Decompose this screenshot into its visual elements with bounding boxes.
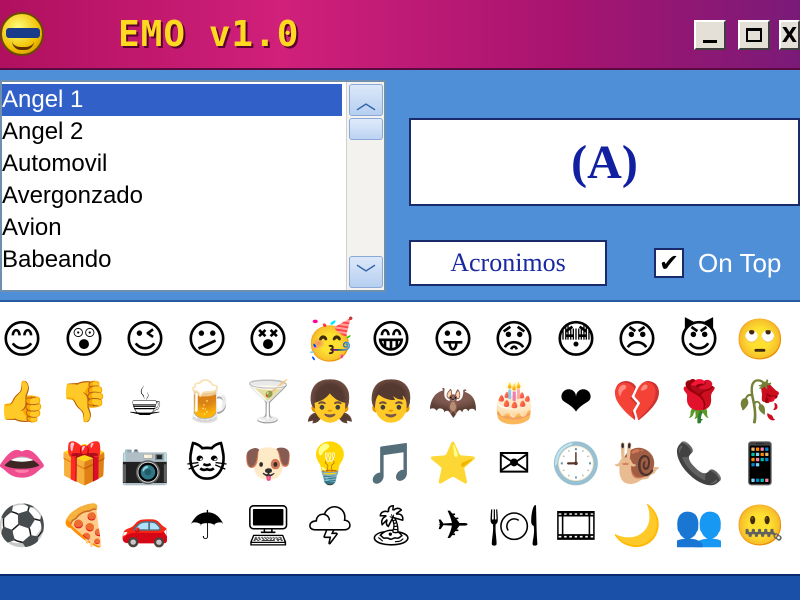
list-item[interactable]: Angel 1 (2, 84, 342, 116)
maximize-button[interactable] (738, 20, 770, 50)
eye-roll-icon[interactable]: 🙄 (735, 316, 785, 364)
wilted-rose-icon[interactable]: 🥀 (735, 378, 785, 426)
listbox-items: Angel 1 Angel 2 Automovil Avergonzado Avion B… (2, 84, 342, 276)
rose-icon[interactable]: 🌹 (674, 378, 724, 426)
chevron-up-icon: ︿ (356, 89, 376, 114)
confused-icon[interactable]: 😕 (183, 316, 231, 364)
scroll-down-button[interactable]: ﹀ (349, 256, 383, 288)
checkmark-icon: ✔ (658, 249, 680, 277)
island-icon[interactable]: 🏝 (366, 502, 417, 550)
girl-icon[interactable]: 👧 (305, 378, 355, 426)
scroll-up-button[interactable]: ︿ (349, 84, 383, 116)
beer-icon[interactable]: 🍺 (182, 378, 232, 426)
close-icon: X (781, 23, 798, 47)
list-item[interactable]: Automovil (2, 148, 342, 180)
window-title: EMO v1.0 (118, 14, 300, 55)
boy-icon[interactable]: 👦 (366, 378, 416, 426)
heart-icon[interactable]: ❤ (552, 378, 600, 426)
star-icon[interactable]: ⭐ (428, 440, 478, 488)
car-icon[interactable]: 🚗 (120, 502, 170, 550)
thumbs-down-icon[interactable]: 👎 (59, 378, 109, 426)
gift-icon[interactable]: 🎁 (59, 440, 109, 488)
mobile-phone-icon[interactable]: 📱 (735, 440, 785, 488)
minimize-icon (703, 39, 717, 43)
wink-icon[interactable]: 😉 (121, 316, 169, 364)
envelope-icon[interactable]: ✉ (490, 440, 538, 488)
cake-icon[interactable]: 🎂 (489, 378, 539, 426)
devil-icon[interactable]: 😈 (675, 316, 723, 364)
list-item[interactable]: Angel 2 (2, 116, 342, 148)
list-item[interactable]: Babeando (2, 244, 342, 276)
list-item[interactable]: Avion (2, 212, 342, 244)
plate-icon[interactable]: 🍽 (489, 502, 540, 550)
app-smiley-icon[interactable] (0, 12, 44, 56)
emoticon-grid: 😊 😲 😉 😕 😵 🥳 😁 😛 😟 😳 😠 😈 🙄 👍 👎 ☕ 🍺 🍸 👧 👦 🦇 🎂 ❤ 💔 🌹 🥀 👄 🎁 📷 🐱 🐶 💡 🎵 ⭐ ✉ 🕘 🐌 📞 📱 ⚽… (0, 310, 800, 570)
clock-icon[interactable]: 🕘 (551, 440, 601, 488)
on-top-label: On Top (698, 247, 782, 278)
coffee-icon[interactable]: ☕ (121, 378, 169, 426)
title-bar: EMO v1.0 X (0, 0, 800, 70)
moon-icon[interactable]: 🌙 (612, 502, 662, 550)
party-icon[interactable]: 🥳 (305, 316, 355, 364)
bat-icon[interactable]: 🦇 (428, 378, 478, 426)
phone-icon[interactable]: 📞 (674, 440, 724, 488)
status-bar (0, 574, 800, 600)
close-button[interactable]: X (779, 20, 800, 50)
minimize-button[interactable] (694, 20, 726, 50)
cat-icon[interactable]: 🐱 (183, 440, 231, 488)
camera-icon[interactable]: 📷 (120, 440, 170, 488)
film-icon[interactable]: 🎞 (551, 502, 602, 550)
messenger-icon[interactable]: 👥 (674, 502, 724, 550)
cocktail-icon[interactable]: 🍸 (243, 378, 293, 426)
snail-icon[interactable]: 🐌 (612, 440, 662, 488)
umbrella-icon[interactable]: ☂ (183, 502, 231, 550)
computer-icon[interactable]: 🖥 (243, 502, 294, 550)
controls-panel: Angel 1 Angel 2 Automovil Avergonzado Avion B… (0, 70, 800, 302)
thumbs-up-icon[interactable]: 👍 (0, 378, 47, 426)
music-note-icon[interactable]: 🎵 (366, 440, 416, 488)
maximize-icon (746, 28, 762, 42)
surprised-icon[interactable]: 😲 (60, 316, 108, 364)
light-bulb-icon[interactable]: 💡 (305, 440, 355, 488)
list-item[interactable]: Avergonzado (2, 180, 342, 212)
smile-icon[interactable]: 😊 (0, 316, 46, 364)
on-top-toggle[interactable]: ✔ On Top (654, 246, 781, 280)
zipped-mouth-icon[interactable]: 🤐 (735, 502, 785, 550)
grin-icon[interactable]: 😁 (367, 316, 415, 364)
angry-icon[interactable]: 😠 (613, 316, 661, 364)
sad-icon[interactable]: 😟 (490, 316, 538, 364)
acronimos-button[interactable]: Acronimos (409, 240, 607, 286)
emoticon-listbox[interactable]: Angel 1 Angel 2 Automovil Avergonzado Avion B… (0, 80, 386, 292)
on-top-checkbox[interactable]: ✔ (654, 248, 684, 278)
pizza-icon[interactable]: 🍕 (59, 502, 109, 550)
dog-icon[interactable]: 🐶 (243, 440, 293, 488)
soccer-ball-icon[interactable]: ⚽ (0, 502, 47, 550)
embarrassed-icon[interactable]: 😳 (552, 316, 600, 364)
storm-icon[interactable]: 🌩 (305, 502, 356, 550)
scroll-thumb[interactable] (349, 118, 383, 140)
listbox-scrollbar[interactable]: ︿ ﹀ (346, 82, 384, 290)
lips-icon[interactable]: 👄 (0, 440, 47, 488)
tongue-icon[interactable]: 😛 (429, 316, 477, 364)
crazy-icon[interactable]: 😵 (244, 316, 292, 364)
code-preview: (A) (409, 118, 800, 206)
chevron-down-icon: ﹀ (356, 261, 376, 286)
broken-heart-icon[interactable]: 💔 (612, 378, 662, 426)
airplane-icon[interactable]: ✈ (429, 502, 477, 550)
